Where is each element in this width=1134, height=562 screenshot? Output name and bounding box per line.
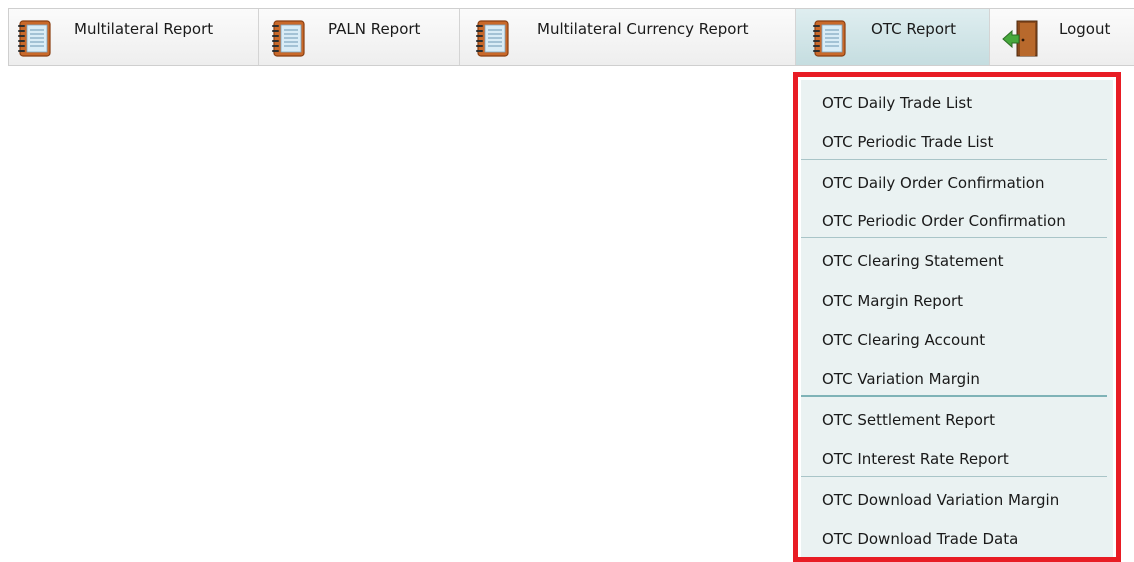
menu-item-otc-margin-report[interactable]: OTC Margin Report xyxy=(822,292,963,310)
menu-label: PALN Report xyxy=(328,20,421,38)
notebook-icon xyxy=(15,18,55,58)
menu-multilateral-currency-report[interactable]: Multilateral Currency Report xyxy=(460,9,796,65)
menu-otc-report[interactable]: OTC Report xyxy=(796,9,990,65)
menu-paln-report[interactable]: PALN Report xyxy=(259,9,460,65)
notebook-icon xyxy=(269,18,309,58)
dropdown-panel: OTC Daily Trade List OTC Periodic Trade … xyxy=(801,80,1113,557)
menu-item-otc-download-variation-margin[interactable]: OTC Download Variation Margin xyxy=(822,491,1059,509)
menu-multilateral-report[interactable]: Multilateral Report xyxy=(9,9,259,65)
menu-item-otc-download-trade-data[interactable]: OTC Download Trade Data xyxy=(822,530,1018,548)
menu-item-otc-periodic-order-confirmation[interactable]: OTC Periodic Order Confirmation xyxy=(822,212,1066,230)
menu-item-otc-daily-order-confirmation[interactable]: OTC Daily Order Confirmation xyxy=(822,174,1045,192)
menu-item-otc-clearing-statement[interactable]: OTC Clearing Statement xyxy=(822,252,1003,270)
menu-divider xyxy=(801,159,1107,160)
menu-divider xyxy=(801,237,1107,238)
notebook-icon xyxy=(810,18,850,58)
menu-item-otc-periodic-trade-list[interactable]: OTC Periodic Trade List xyxy=(822,133,993,151)
notebook-icon xyxy=(473,18,513,58)
menu-label: Multilateral Report xyxy=(74,20,214,38)
otc-report-dropdown: OTC Daily Trade List OTC Periodic Trade … xyxy=(793,72,1121,562)
main-menubar: Multilateral Report PALN Report Multilat… xyxy=(8,8,1134,66)
menu-item-otc-daily-trade-list[interactable]: OTC Daily Trade List xyxy=(822,94,972,112)
exit-door-icon xyxy=(1000,18,1040,58)
menu-divider xyxy=(801,395,1107,397)
menu-item-otc-clearing-account[interactable]: OTC Clearing Account xyxy=(822,331,985,349)
menu-item-otc-settlement-report[interactable]: OTC Settlement Report xyxy=(822,411,995,429)
menu-divider xyxy=(801,476,1107,477)
menu-logout[interactable]: Logout xyxy=(990,9,1134,65)
menu-label: Logout xyxy=(1059,20,1111,38)
menu-item-otc-interest-rate-report[interactable]: OTC Interest Rate Report xyxy=(822,450,1009,468)
menu-label: OTC Report xyxy=(871,20,957,38)
menu-label: Multilateral Currency Report xyxy=(537,20,749,38)
menu-item-otc-variation-margin[interactable]: OTC Variation Margin xyxy=(822,370,980,388)
